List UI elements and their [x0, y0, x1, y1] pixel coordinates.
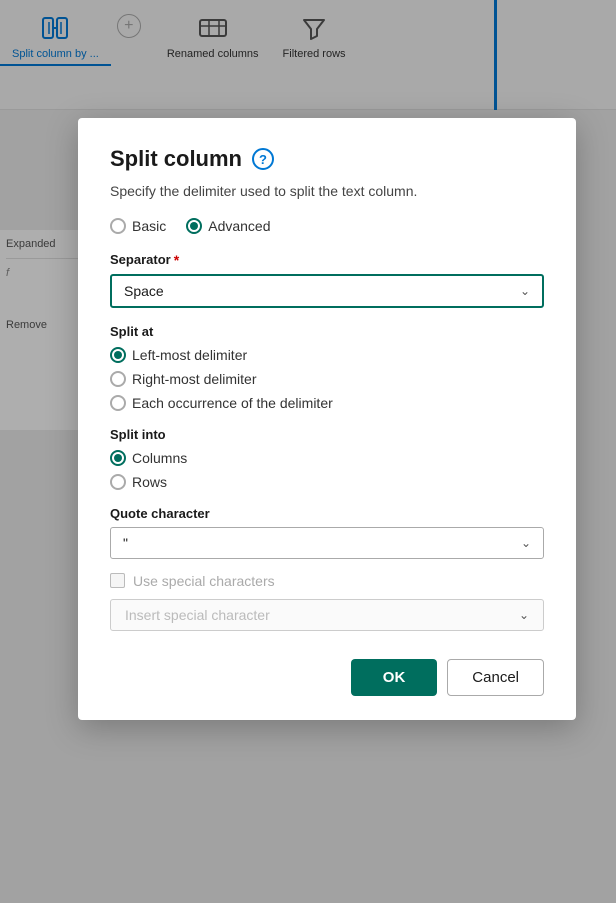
columns-radio-label: Columns [132, 450, 187, 466]
each-occurrence-radio-circle [110, 395, 126, 411]
quote-character-chevron-icon: ⌄ [521, 536, 531, 550]
basic-radio-option[interactable]: Basic [110, 218, 166, 234]
quote-character-label: Quote character [110, 506, 544, 521]
use-special-characters-row: Use special characters [110, 573, 544, 589]
columns-radio-circle [110, 450, 126, 466]
left-most-radio-circle [110, 347, 126, 363]
required-star: * [174, 252, 179, 268]
each-occurrence-radio[interactable]: Each occurrence of the delimiter [110, 395, 544, 411]
split-at-label: Split at [110, 324, 544, 339]
each-occurrence-radio-label: Each occurrence of the delimiter [132, 395, 333, 411]
advanced-radio-circle [186, 218, 202, 234]
insert-special-character-dropdown: Insert special character ⌄ [110, 599, 544, 631]
mode-radio-group: Basic Advanced [110, 218, 544, 234]
quote-character-section: Quote character " ⌄ [110, 506, 544, 559]
modal-button-row: OK Cancel [110, 659, 544, 696]
separator-chevron-icon: ⌄ [520, 284, 530, 298]
rows-radio-label: Rows [132, 474, 167, 490]
modal-title: Split column [110, 146, 242, 172]
insert-special-chevron-icon: ⌄ [519, 608, 529, 622]
basic-radio-label: Basic [132, 218, 166, 234]
quote-character-dropdown[interactable]: " ⌄ [110, 527, 544, 559]
basic-radio-circle [110, 218, 126, 234]
separator-label: Separator * [110, 252, 544, 268]
left-most-radio[interactable]: Left-most delimiter [110, 347, 544, 363]
modal-subtitle: Specify the delimiter used to split the … [110, 182, 544, 202]
separator-value: Space [124, 283, 164, 299]
right-most-radio-circle [110, 371, 126, 387]
split-column-modal: Split column ? Specify the delimiter use… [78, 118, 576, 720]
split-into-group: Columns Rows [110, 450, 544, 490]
use-special-characters-checkbox[interactable] [110, 573, 125, 588]
split-at-group: Left-most delimiter Right-most delimiter… [110, 347, 544, 411]
quote-character-value: " [123, 535, 128, 551]
columns-radio[interactable]: Columns [110, 450, 544, 466]
split-into-label: Split into [110, 427, 544, 442]
cancel-button[interactable]: Cancel [447, 659, 544, 696]
ok-button[interactable]: OK [351, 659, 438, 696]
left-most-radio-label: Left-most delimiter [132, 347, 247, 363]
insert-special-character-label: Insert special character [125, 607, 270, 623]
advanced-radio-label: Advanced [208, 218, 270, 234]
use-special-characters-label: Use special characters [133, 573, 275, 589]
separator-dropdown[interactable]: Space ⌄ [110, 274, 544, 308]
modal-title-row: Split column ? [110, 146, 544, 172]
help-icon[interactable]: ? [252, 148, 274, 170]
rows-radio-circle [110, 474, 126, 490]
right-most-radio-label: Right-most delimiter [132, 371, 256, 387]
rows-radio[interactable]: Rows [110, 474, 544, 490]
advanced-radio-option[interactable]: Advanced [186, 218, 270, 234]
right-most-radio[interactable]: Right-most delimiter [110, 371, 544, 387]
